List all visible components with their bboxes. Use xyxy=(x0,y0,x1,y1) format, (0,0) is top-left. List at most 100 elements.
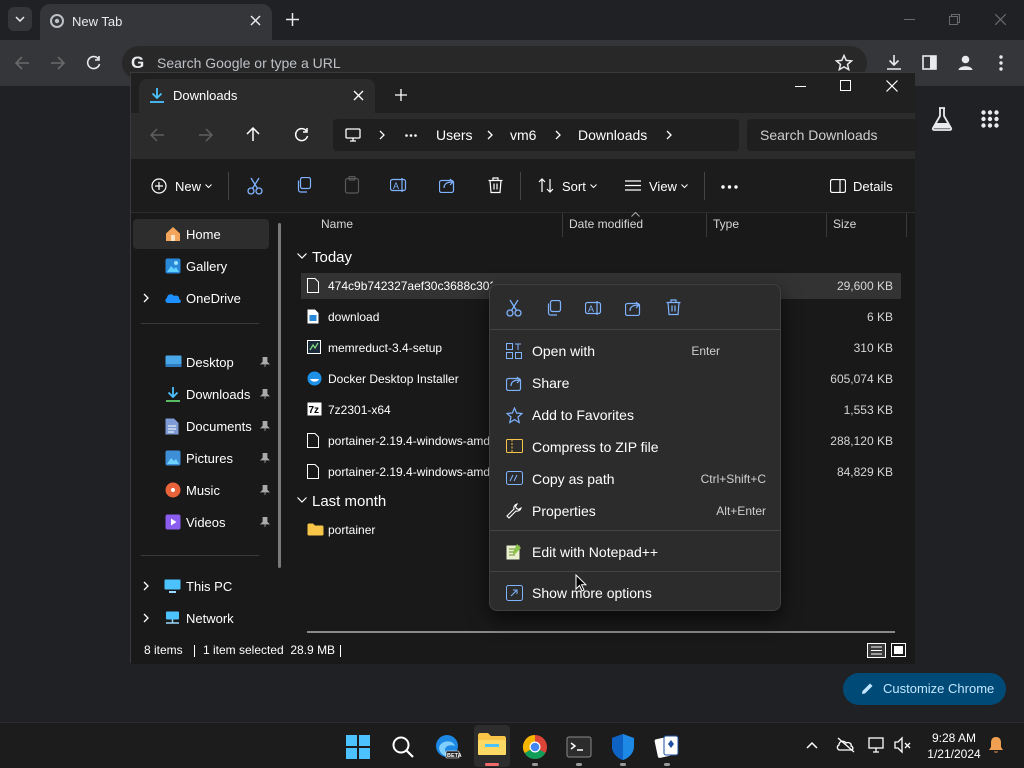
breadcrumb-downloads[interactable]: Downloads xyxy=(578,127,647,143)
column-header-type[interactable]: Type xyxy=(713,217,739,231)
menu-item-edit-with-notepad[interactable]: Edit with Notepad++ xyxy=(498,536,774,568)
more-options-icon[interactable] xyxy=(721,185,738,189)
rename-icon[interactable]: A xyxy=(390,177,408,193)
nav-item-network[interactable]: Network xyxy=(133,603,269,633)
sort-icon[interactable] xyxy=(538,178,554,193)
pin-icon[interactable] xyxy=(260,389,270,399)
close-tab-icon[interactable] xyxy=(353,90,364,101)
navigation-pane-scrollbar[interactable] xyxy=(278,223,281,568)
column-header-date-modified[interactable]: Date modified xyxy=(569,217,643,231)
view-button[interactable]: View xyxy=(649,179,677,194)
pin-icon[interactable] xyxy=(260,357,270,367)
forward-arrow-icon[interactable] xyxy=(50,56,65,70)
nav-item-documents[interactable]: Documents xyxy=(133,411,270,441)
close-window-icon[interactable] xyxy=(886,80,898,92)
search-input[interactable]: Search Downloads xyxy=(747,119,917,151)
column-divider[interactable] xyxy=(706,213,707,237)
nav-item-music[interactable]: Music xyxy=(133,475,270,505)
details-button[interactable]: Details xyxy=(853,179,893,194)
notification-bell-icon[interactable] xyxy=(988,736,1004,754)
nav-item-videos[interactable]: Videos xyxy=(133,507,270,537)
minimize-icon[interactable] xyxy=(795,86,806,88)
chevron-up-icon[interactable] xyxy=(806,741,818,749)
explorer-tab-downloads[interactable]: Downloads xyxy=(139,79,375,113)
onedrive-offline-icon[interactable] xyxy=(836,737,856,753)
column-divider[interactable] xyxy=(562,213,563,237)
reload-icon[interactable] xyxy=(86,55,101,70)
close-window-icon[interactable] xyxy=(995,14,1006,25)
view-list-icon[interactable] xyxy=(625,180,641,191)
menu-item-show-more-options[interactable]: Show more options xyxy=(498,577,774,609)
windows-start-icon[interactable] xyxy=(342,731,374,763)
chevron-right-icon[interactable] xyxy=(143,581,149,591)
menu-item-properties[interactable]: Properties Alt+Enter xyxy=(498,495,774,527)
chevron-right-icon[interactable] xyxy=(143,293,149,303)
menu-item-open-with[interactable]: Open with Enter xyxy=(498,335,774,367)
chevron-right-icon[interactable] xyxy=(487,130,493,140)
details-view-icon[interactable] xyxy=(867,643,886,658)
nav-item-home[interactable]: Home xyxy=(133,219,269,249)
back-arrow-icon[interactable] xyxy=(15,56,30,70)
pin-icon[interactable] xyxy=(260,453,270,463)
new-plus-icon[interactable] xyxy=(151,178,167,194)
chrome-icon[interactable] xyxy=(519,731,551,763)
pin-icon[interactable] xyxy=(260,517,270,527)
minimize-icon[interactable] xyxy=(904,19,915,21)
refresh-icon[interactable] xyxy=(294,127,309,142)
back-arrow-icon[interactable] xyxy=(150,128,165,142)
tiles-view-icon[interactable] xyxy=(891,643,906,657)
cut-scissors-icon[interactable] xyxy=(247,177,263,195)
maximize-icon[interactable] xyxy=(840,80,851,91)
side-panel-icon[interactable] xyxy=(922,55,937,70)
sort-button[interactable]: Sort xyxy=(562,179,586,194)
new-button[interactable]: New xyxy=(175,179,201,194)
edge-beta-icon[interactable]: BETA xyxy=(431,731,463,763)
delete-trash-icon[interactable] xyxy=(666,299,681,316)
column-header-name[interactable]: Name xyxy=(321,217,353,231)
breadcrumb-users[interactable]: Users xyxy=(436,127,473,143)
address-bar[interactable]: Users vm6 Downloads xyxy=(333,119,739,151)
bookmark-star-icon[interactable] xyxy=(835,54,853,72)
details-pane-icon[interactable] xyxy=(830,179,846,193)
profile-avatar-icon[interactable] xyxy=(957,54,974,71)
system-clock[interactable]: 9:28 AM 1/21/2024 xyxy=(922,730,986,762)
kebab-menu-icon[interactable] xyxy=(999,55,1003,71)
share-icon[interactable] xyxy=(625,300,642,316)
nav-item-this-pc[interactable]: This PC xyxy=(133,571,269,601)
chevron-right-icon[interactable] xyxy=(379,130,385,140)
chevron-right-icon[interactable] xyxy=(555,130,561,140)
chevron-right-icon[interactable] xyxy=(666,130,672,140)
menu-item-compress-zip[interactable]: Compress to ZIP file xyxy=(498,431,774,463)
chevron-down-icon[interactable] xyxy=(297,253,307,259)
cut-scissors-icon[interactable] xyxy=(506,299,522,317)
nav-item-pictures[interactable]: Pictures xyxy=(133,443,270,473)
labs-flask-icon[interactable] xyxy=(931,107,953,131)
restore-icon[interactable] xyxy=(949,14,960,25)
new-tab-button[interactable] xyxy=(395,89,407,101)
apps-grid-icon[interactable] xyxy=(981,110,999,128)
volume-muted-icon[interactable] xyxy=(894,736,912,754)
chrome-tab-new-tab[interactable]: New Tab xyxy=(40,4,272,40)
up-arrow-icon[interactable] xyxy=(246,127,260,142)
terminal-icon[interactable] xyxy=(563,731,595,763)
solitaire-cards-icon[interactable] xyxy=(651,731,683,763)
customize-chrome-button[interactable]: Customize Chrome xyxy=(843,673,1006,705)
nav-item-desktop[interactable]: Desktop xyxy=(133,347,270,377)
menu-item-add-to-favorites[interactable]: Add to Favorites xyxy=(498,399,774,431)
menu-item-share[interactable]: Share xyxy=(498,367,774,399)
rename-icon[interactable]: A xyxy=(585,300,603,316)
pin-icon[interactable] xyxy=(260,421,270,431)
file-explorer-taskbar-button[interactable] xyxy=(474,725,510,767)
breadcrumb-vm6[interactable]: vm6 xyxy=(510,127,536,143)
nav-item-gallery[interactable]: Gallery xyxy=(133,251,269,281)
column-divider[interactable] xyxy=(906,213,907,237)
share-icon[interactable] xyxy=(439,177,456,193)
close-tab-icon[interactable] xyxy=(250,15,261,26)
delete-trash-icon[interactable] xyxy=(488,177,503,194)
download-icon[interactable] xyxy=(886,54,902,70)
defender-shield-icon[interactable] xyxy=(607,731,639,763)
column-header-size[interactable]: Size xyxy=(833,217,856,231)
copy-icon[interactable] xyxy=(296,177,312,193)
group-header-today[interactable]: Today xyxy=(312,249,352,266)
column-divider[interactable] xyxy=(826,213,827,237)
